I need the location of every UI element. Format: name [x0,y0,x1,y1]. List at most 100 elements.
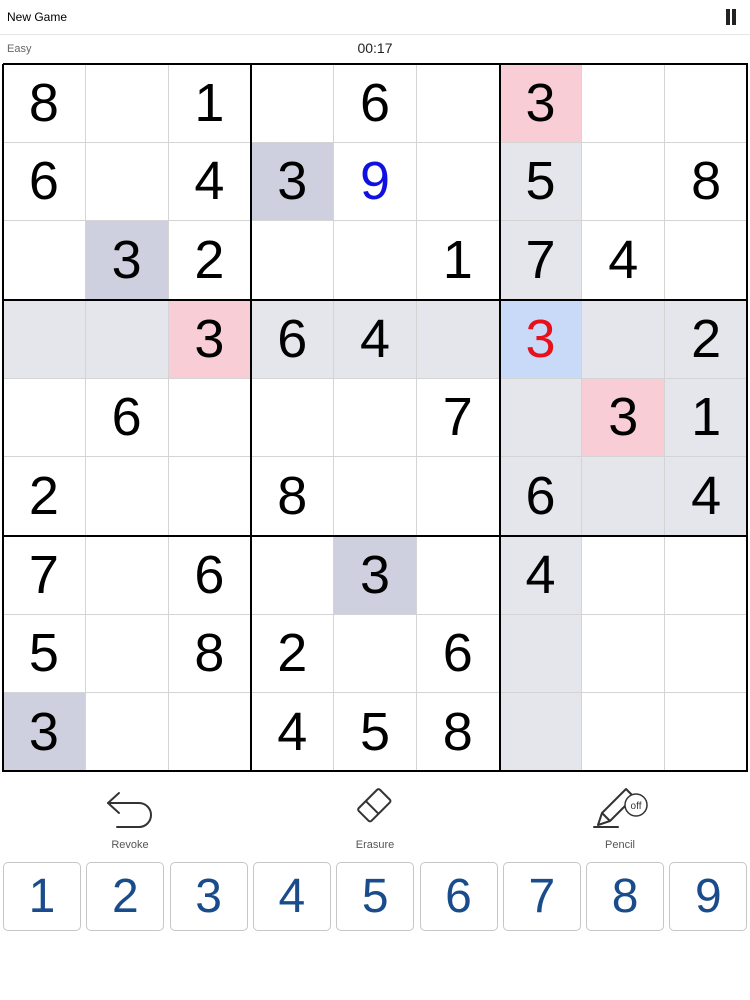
board-cell-r7c5[interactable]: 3 [334,536,417,615]
number-key-9[interactable]: 9 [669,862,748,931]
board-cell-r6c2[interactable] [85,457,169,536]
board-cell-r1c4[interactable] [251,64,335,143]
board-cell-r7c8[interactable] [582,536,666,615]
board-cell-r9c2[interactable] [85,693,169,772]
board-cell-r5c9[interactable]: 1 [665,378,748,458]
number-key-3[interactable]: 3 [169,862,248,931]
board-cell-r1c3[interactable]: 1 [168,64,252,143]
board-cell-r7c2[interactable] [85,536,169,615]
board-cell-r4c8[interactable] [582,300,666,379]
board-cell-r2c4[interactable]: 3 [251,142,335,222]
pencil-badge: off [631,801,642,812]
board-cell-r9c5[interactable]: 5 [334,693,417,772]
board-cell-r1c5[interactable]: 6 [334,64,417,143]
board-cell-r4c3[interactable]: 3 [168,300,252,379]
board-cell-r7c7[interactable]: 4 [499,536,583,615]
number-key-6[interactable]: 6 [419,862,498,931]
board-cell-r2c1[interactable]: 6 [3,142,86,222]
board-cell-r9c9[interactable] [665,693,748,772]
pencil-button[interactable]: off Pencil [560,775,680,855]
board-cell-r9c6[interactable]: 8 [416,693,500,772]
board-cell-r8c9[interactable] [665,614,748,694]
board-cell-r4c7[interactable]: 3 [499,300,583,379]
board-cell-r3c9[interactable] [665,221,748,300]
board-cell-r2c7[interactable]: 5 [499,142,583,222]
board-cell-r3c4[interactable] [251,221,335,300]
board-cell-r4c2[interactable] [85,300,169,379]
number-key-4[interactable]: 4 [252,862,331,931]
board-cell-r1c1[interactable]: 8 [3,64,86,143]
number-key-7[interactable]: 7 [502,862,581,931]
board-cell-r4c1[interactable] [3,300,86,379]
board-cell-r1c6[interactable] [416,64,500,143]
board-cell-r5c3[interactable] [168,378,252,458]
number-key-1[interactable]: 1 [3,862,81,931]
board-cell-r2c3[interactable]: 4 [168,142,252,222]
board-cell-r2c9[interactable]: 8 [665,142,748,222]
board-cell-r4c6[interactable] [416,300,500,379]
sudoku-board: 8163643958321743643267312864763458263458 [2,63,748,772]
board-cell-r8c1[interactable]: 5 [3,614,86,694]
board-cell-r3c5[interactable] [334,221,417,300]
board-cell-r9c3[interactable] [168,693,252,772]
board-cell-r2c5[interactable]: 9 [334,142,417,222]
board-cell-r8c3[interactable]: 8 [168,614,252,694]
board-cell-r2c8[interactable] [582,142,666,222]
board-cell-r3c7[interactable]: 7 [499,221,583,300]
erasure-button[interactable]: Erasure [315,775,435,855]
pencil-label: Pencil [605,839,635,851]
game-timer: 00:17 [357,40,393,56]
board-cell-r6c8[interactable] [582,457,666,536]
number-key-8[interactable]: 8 [586,862,665,931]
board-cell-r4c4[interactable]: 6 [251,300,335,379]
board-cell-r7c3[interactable]: 6 [168,536,252,615]
number-key-5[interactable]: 5 [336,862,415,931]
board-cell-r5c6[interactable]: 7 [416,378,500,458]
board-cell-r8c5[interactable] [334,614,417,694]
board-cell-r5c8[interactable]: 3 [582,378,666,458]
board-cell-r7c4[interactable] [251,536,335,615]
board-cell-r1c9[interactable] [665,64,748,143]
board-cell-r8c4[interactable]: 2 [251,614,335,694]
board-cell-r6c9[interactable]: 4 [665,457,748,536]
board-cell-r6c5[interactable] [334,457,417,536]
board-cell-r1c8[interactable] [582,64,666,143]
board-cell-r2c2[interactable] [85,142,169,222]
board-cell-r5c5[interactable] [334,378,417,458]
board-cell-r5c7[interactable] [499,378,583,458]
board-cell-r3c2[interactable]: 3 [85,221,169,300]
revoke-button[interactable]: Revoke [70,775,190,855]
board-cell-r3c8[interactable]: 4 [582,221,666,300]
board-cell-r3c1[interactable] [3,221,86,300]
board-cell-r6c1[interactable]: 2 [3,457,86,536]
board-cell-r8c2[interactable] [85,614,169,694]
board-cell-r2c6[interactable] [416,142,500,222]
pause-icon[interactable] [724,9,738,25]
board-cell-r7c6[interactable] [416,536,500,615]
board-cell-r6c4[interactable]: 8 [251,457,335,536]
board-cell-r3c3[interactable]: 2 [168,221,252,300]
board-cell-r8c7[interactable] [499,614,583,694]
board-cell-r9c7[interactable] [499,693,583,772]
new-game-button[interactable]: New Game [7,10,67,24]
board-cell-r1c7[interactable]: 3 [499,64,583,143]
board-cell-r5c2[interactable]: 6 [85,378,169,458]
board-cell-r4c9[interactable]: 2 [665,300,748,379]
board-cell-r6c7[interactable]: 6 [499,457,583,536]
board-cell-r8c8[interactable] [582,614,666,694]
board-cell-r6c3[interactable] [168,457,252,536]
board-cell-r9c4[interactable]: 4 [251,693,335,772]
board-cell-r4c5[interactable]: 4 [334,300,417,379]
board-cell-r7c9[interactable] [665,536,748,615]
number-key-2[interactable]: 2 [86,862,165,931]
eraser-icon [357,788,392,823]
board-cell-r8c6[interactable]: 6 [416,614,500,694]
board-cell-r9c1[interactable]: 3 [3,693,86,772]
board-cell-r5c1[interactable] [3,378,86,458]
board-cell-r7c1[interactable]: 7 [3,536,86,615]
board-cell-r6c6[interactable] [416,457,500,536]
board-cell-r9c8[interactable] [582,693,666,772]
board-cell-r5c4[interactable] [251,378,335,458]
board-cell-r3c6[interactable]: 1 [416,221,500,300]
board-cell-r1c2[interactable] [85,64,169,143]
